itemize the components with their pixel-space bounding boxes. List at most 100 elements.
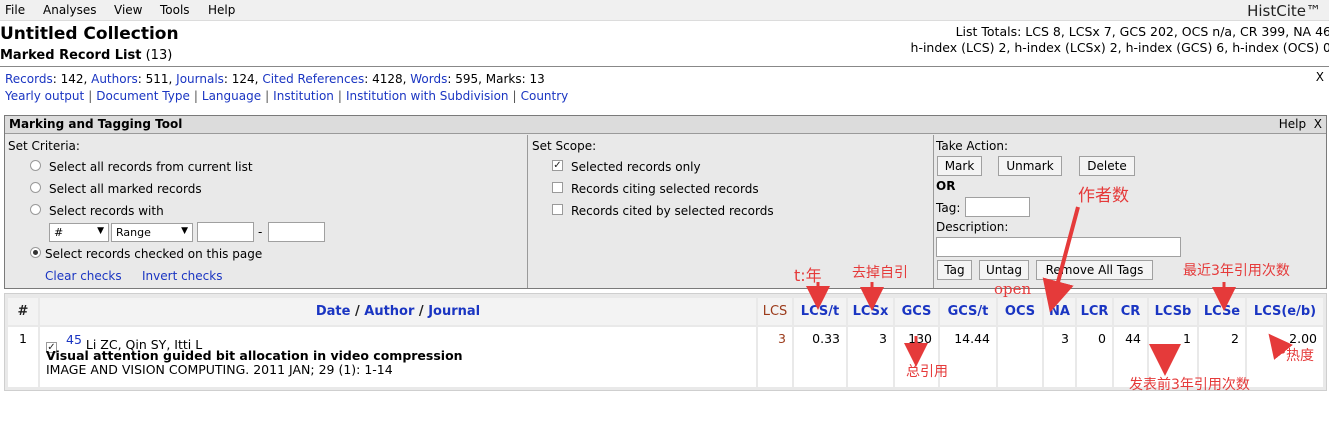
field-select[interactable]: # ▼	[49, 223, 109, 242]
col-lcst-header[interactable]: LCS/t	[794, 298, 846, 325]
lcs-cell[interactable]: 3	[758, 327, 792, 387]
record-title: Visual attention guided bit allocation i…	[46, 348, 463, 363]
header-slash: /	[350, 304, 365, 319]
lcsb-value: 1	[1183, 331, 1191, 346]
separator: |	[193, 89, 198, 103]
journals-value: : 124,	[223, 72, 263, 86]
list-totals: List Totals: LCS 8, LCSx 7, GCS 202, OCS…	[851, 24, 1329, 56]
link-institution-subdivision[interactable]: Institution with Subdivision	[346, 89, 509, 103]
col-lcseb-header[interactable]: LCS(e/b)	[1247, 298, 1323, 325]
authors-link[interactable]: Authors	[91, 72, 138, 86]
criteria-label-checked: Select records checked on this page	[45, 247, 263, 261]
criteria-label-all-current: Select all records from current list	[49, 160, 253, 174]
lcst-cell: 0.33	[794, 327, 846, 387]
criteria-pane: Set Criteria: Select all records from cu…	[5, 135, 528, 288]
records-link[interactable]: Records	[5, 72, 53, 86]
annotation-author-count: 作者数	[1078, 186, 1129, 206]
range-dash: -	[258, 225, 263, 239]
range-select[interactable]: Range ▼	[111, 223, 193, 242]
mark-button[interactable]: Mark	[937, 156, 982, 176]
annotation-open: open	[994, 280, 1032, 298]
checkbox-selected-only[interactable]: ✓	[552, 160, 563, 171]
radio-select-all-marked[interactable]	[30, 182, 41, 193]
totals-line-1: List Totals: LCS 8, LCSx 7, GCS 202, OCS…	[955, 24, 1329, 39]
col-gcs-header[interactable]: GCS	[895, 298, 938, 325]
link-language[interactable]: Language	[202, 89, 261, 103]
header-divider	[0, 66, 1329, 67]
close-tool-icon[interactable]: X	[1314, 117, 1322, 131]
scope-label-cited-by: Records cited by selected records	[571, 204, 774, 218]
checkbox-cited-by-selected[interactable]	[552, 204, 563, 215]
radio-select-records-with[interactable]	[30, 204, 41, 215]
col-ocs-header[interactable]: OCS	[998, 298, 1042, 325]
menu-tools[interactable]: Tools	[160, 3, 190, 17]
range-to-input[interactable]	[268, 222, 325, 242]
annotation-first3: 发表前3年引用次数	[1129, 377, 1250, 393]
clear-checks-link[interactable]: Clear checks	[45, 269, 122, 283]
close-stats-icon[interactable]: X	[1316, 70, 1324, 84]
untag-button[interactable]: Untag	[979, 260, 1029, 280]
cited-references-link[interactable]: Cited References	[262, 72, 364, 86]
marks-value: Marks: 13	[485, 72, 545, 86]
list-title-row: Marked Record List (13)	[0, 48, 172, 63]
checkbox-citing-selected[interactable]	[552, 182, 563, 193]
link-yearly-output[interactable]: Yearly output	[5, 89, 84, 103]
lcr-value: 0	[1098, 331, 1106, 346]
sort-author-link[interactable]: Author	[364, 304, 414, 319]
cr-value: 44	[1125, 331, 1141, 346]
col-na-header[interactable]: NA	[1044, 298, 1075, 325]
menu-view[interactable]: View	[114, 3, 142, 17]
col-lcsb-header[interactable]: LCSb	[1149, 298, 1197, 325]
separator: |	[337, 89, 342, 103]
sort-journal-link[interactable]: Journal	[428, 304, 480, 319]
invert-checks-link[interactable]: Invert checks	[142, 269, 222, 283]
sort-date-link[interactable]: Date	[316, 304, 351, 319]
col-lcsx-header[interactable]: LCSx	[848, 298, 893, 325]
unmark-button[interactable]: Unmark	[998, 156, 1062, 176]
journals-link[interactable]: Journals	[176, 72, 224, 86]
report-links: Yearly output | Document Type | Language | Ins…	[5, 89, 568, 103]
scope-label-citing: Records citing selected records	[571, 182, 759, 196]
record-line-1: ✓45 Li ZC, Qin SY, Itti L	[46, 332, 750, 353]
annotation-remove-self: 去掉自引	[852, 265, 908, 281]
delete-button[interactable]: Delete	[1079, 156, 1135, 176]
lcs-value: 3	[778, 331, 786, 346]
col-lcse-header[interactable]: LCSe	[1199, 298, 1245, 325]
lcsx-value: 3	[879, 331, 887, 346]
radio-select-checked[interactable]	[30, 247, 41, 258]
list-title: Marked Record List	[0, 48, 142, 63]
row-num: 1	[19, 331, 27, 346]
range-from-input[interactable]	[197, 222, 254, 242]
link-document-type[interactable]: Document Type	[96, 89, 190, 103]
authors-value: : 511,	[137, 72, 177, 86]
remove-all-tags-button[interactable]: Remove All Tags	[1036, 260, 1153, 280]
gcs-value: 130	[908, 331, 932, 346]
record-number-link[interactable]: 45	[66, 332, 82, 347]
record-source: IMAGE AND VISION COMPUTING. 2011 JAN; 29…	[46, 362, 393, 377]
tag-button[interactable]: Tag	[937, 260, 972, 280]
description-label: Description:	[936, 220, 1009, 234]
chevron-down-icon: ▼	[97, 226, 104, 236]
col-lcr-header[interactable]: LCR	[1077, 298, 1112, 325]
words-link[interactable]: Words	[410, 72, 447, 86]
range-select-value: Range	[116, 226, 151, 239]
cited-references-value: : 4128,	[364, 72, 411, 86]
radio-select-all-current[interactable]	[30, 160, 41, 171]
action-title: Take Action:	[936, 139, 1009, 153]
menu-analyses[interactable]: Analyses	[43, 3, 97, 17]
gcst-cell: 14.44	[940, 327, 996, 387]
col-lcs-header[interactable]: LCS	[758, 298, 792, 325]
menu-file[interactable]: File	[5, 3, 25, 17]
tag-label: Tag:	[936, 201, 961, 215]
link-country[interactable]: Country	[521, 89, 569, 103]
description-input[interactable]	[936, 237, 1181, 257]
col-cr-header[interactable]: CR	[1114, 298, 1147, 325]
tool-title: Marking and Tagging Tool	[9, 117, 183, 131]
tag-input[interactable]	[965, 197, 1030, 217]
help-link[interactable]: Help	[1279, 117, 1306, 131]
col-gcst-header[interactable]: GCS/t	[940, 298, 996, 325]
lcr-cell: 0	[1077, 327, 1112, 387]
annotation-total-cite: 总引用	[906, 364, 948, 380]
menu-help[interactable]: Help	[208, 3, 235, 17]
link-institution[interactable]: Institution	[273, 89, 334, 103]
